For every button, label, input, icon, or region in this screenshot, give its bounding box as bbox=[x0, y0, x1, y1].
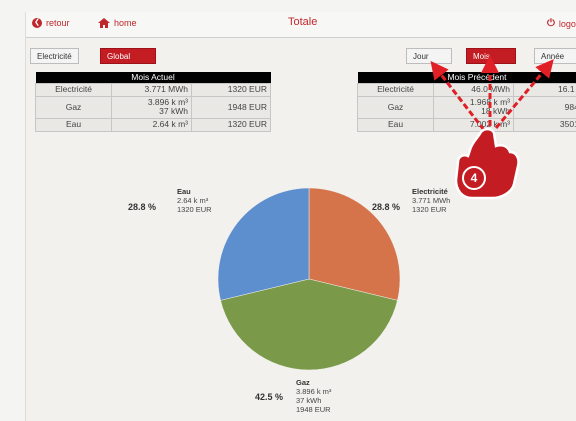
gaz-percent-label: 42.5 % bbox=[255, 392, 284, 402]
slice-cost: 1320 EUR bbox=[177, 205, 212, 214]
eau-slice-label: Eau 2.64 k m³ 1320 EUR bbox=[177, 187, 212, 214]
slice-name: Electricité bbox=[412, 187, 448, 196]
gaz-slice-label: Gaz 3.896 k m³ 37 kWh 1948 EUR bbox=[296, 378, 331, 414]
consumption-pie-chart bbox=[217, 187, 401, 371]
slice-cost: 1320 EUR bbox=[412, 205, 447, 214]
slice-value: 3.896 k m³ bbox=[296, 387, 332, 396]
slice-name: Eau bbox=[177, 187, 191, 196]
slice-name: Gaz bbox=[296, 378, 310, 387]
app-frame: ❮ retour home Totale ⏻ logo Electricité … bbox=[25, 12, 576, 421]
slice-value: 2.64 k m³ bbox=[177, 196, 209, 205]
electricite-slice-label: Electricité 3.771 MWh 1320 EUR bbox=[412, 187, 450, 214]
slice-value: 3.771 MWh bbox=[412, 196, 451, 205]
slice-extra: 37 kWh bbox=[296, 396, 322, 405]
eau-percent-label: 28.8 % bbox=[128, 202, 157, 212]
electricite-percent-label: 28.8 % bbox=[372, 202, 401, 212]
slice-cost: 1948 EUR bbox=[296, 405, 331, 414]
